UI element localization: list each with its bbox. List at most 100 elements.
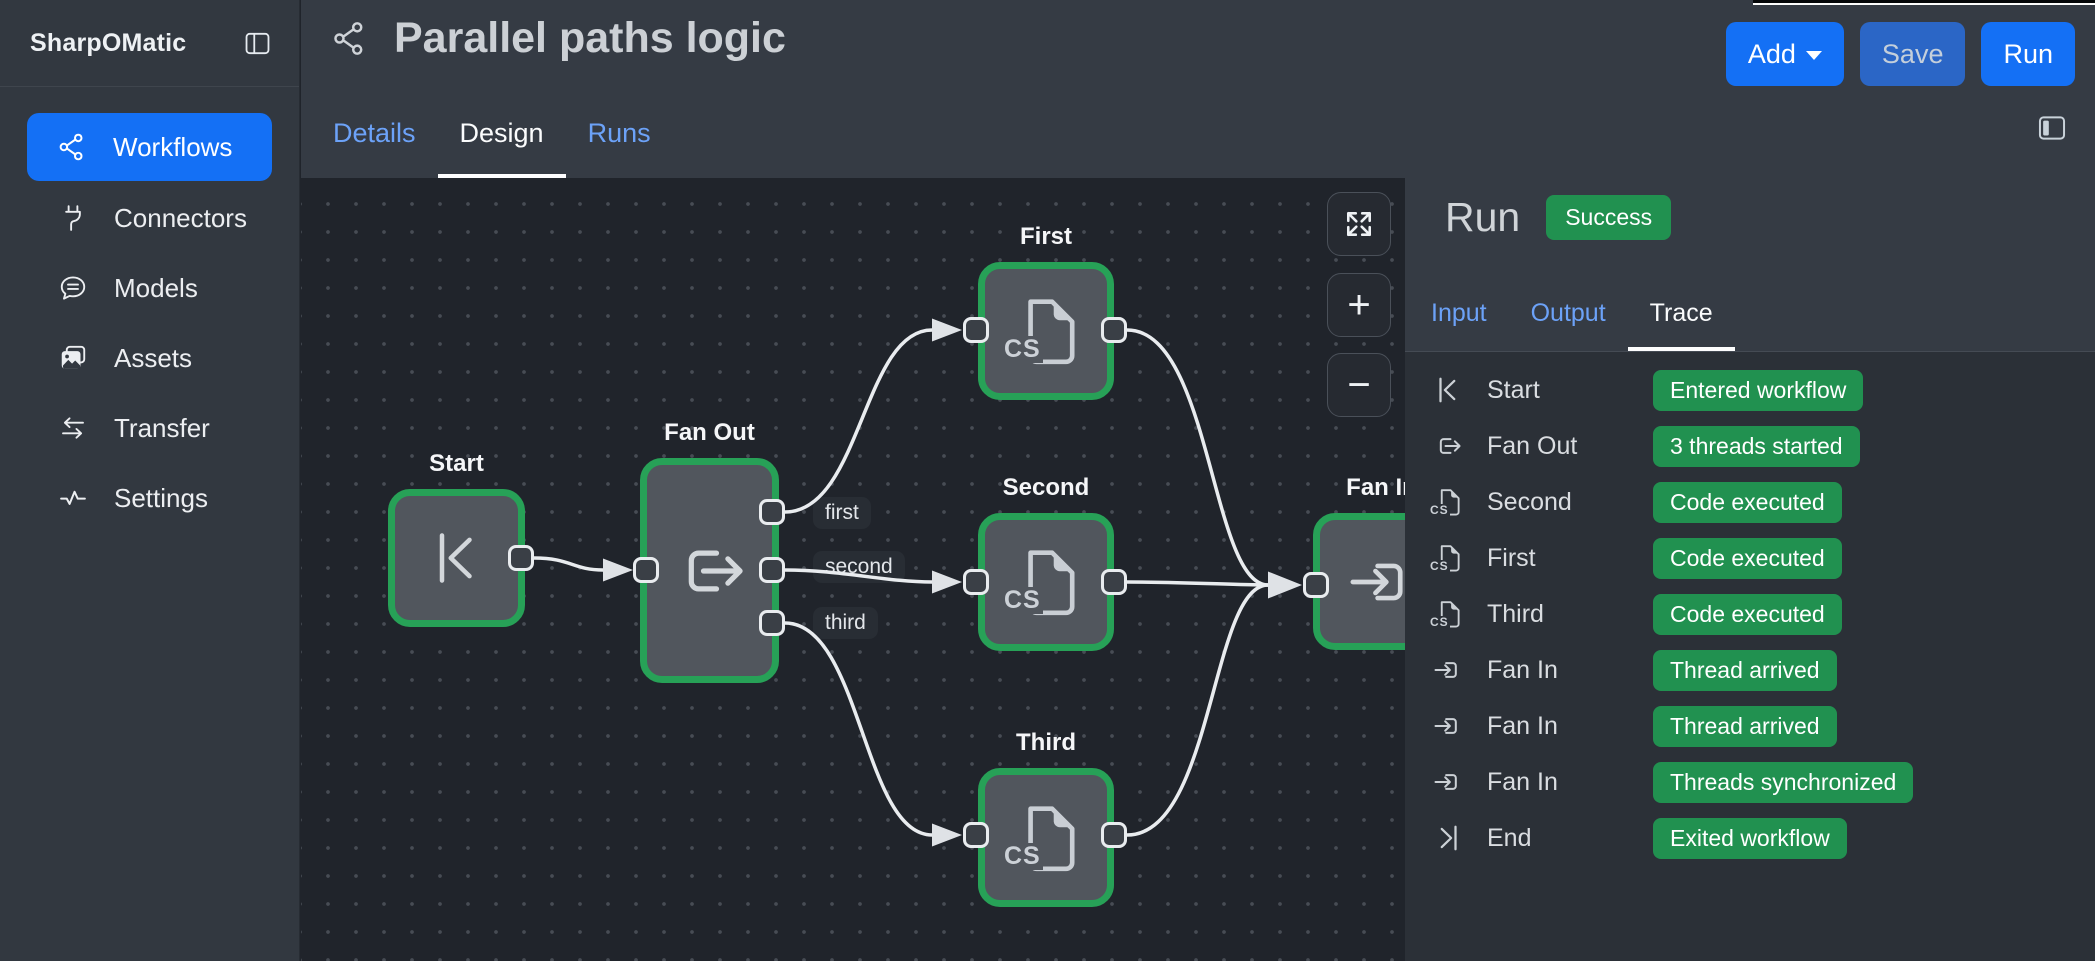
trace-row[interactable]: CS Third Code executed — [1405, 586, 2095, 642]
sidebar-item-transfer[interactable]: Transfer — [0, 393, 299, 463]
arrowhead — [932, 824, 962, 847]
trace-node-name: Third — [1487, 600, 1653, 629]
trace-list: Start Entered workflow Fan Out 3 threads… — [1405, 352, 2095, 866]
zoom-in-button[interactable]: + — [1327, 273, 1391, 337]
cs-label: CS — [1429, 616, 1450, 628]
trace-status-badge: Code executed — [1653, 538, 1842, 579]
sidebar-item-label: Settings — [114, 483, 208, 514]
arrowhead — [932, 571, 962, 594]
tab-details[interactable]: Details — [311, 118, 438, 178]
sidebar: SharpOMatic Workflows Connectors Models … — [0, 0, 300, 961]
workflow-canvas[interactable]: first second third Start Fan Out First S… — [301, 178, 1405, 961]
tab-trace[interactable]: Trace — [1628, 299, 1735, 351]
sidebar-item-label: Connectors — [114, 203, 247, 234]
trace-status-badge: Thread arrived — [1653, 706, 1837, 747]
trace-row[interactable]: Fan In Thread arrived — [1405, 698, 2095, 754]
edge-fanout-second — [785, 570, 932, 582]
run-panel: Run Success Input Output Trace Start Ent… — [1405, 178, 2095, 961]
tab-input[interactable]: Input — [1409, 299, 1509, 351]
port-fanout-in[interactable] — [633, 557, 659, 583]
trace-node-name: Fan Out — [1487, 432, 1653, 461]
trace-status-badge: Exited workflow — [1653, 818, 1847, 859]
cs-file-icon: CS — [1009, 545, 1083, 619]
port-first-in[interactable] — [963, 317, 989, 343]
box-arrow-right-icon — [1433, 431, 1463, 461]
plug-icon — [58, 203, 88, 233]
add-button-label: Add — [1748, 39, 1796, 70]
trace-row[interactable]: CS First Code executed — [1405, 530, 2095, 586]
port-fanout-third[interactable] — [759, 610, 785, 636]
minus-icon: − — [1347, 365, 1370, 405]
port-fanout-first[interactable] — [759, 499, 785, 525]
node-first[interactable]: CS — [978, 262, 1114, 400]
tab-design[interactable]: Design — [438, 118, 566, 178]
trace-node-name: Start — [1487, 376, 1653, 405]
sidebar-item-models[interactable]: Models — [0, 253, 299, 323]
sidebar-item-workflows[interactable]: Workflows — [27, 113, 272, 181]
fit-view-button[interactable] — [1327, 192, 1391, 256]
cs-file-icon: CS — [1433, 599, 1463, 629]
node-third[interactable]: CS — [978, 768, 1114, 907]
main-header: Parallel paths logic Add Save Run Detail… — [301, 0, 2095, 178]
sidebar-item-settings[interactable]: Settings — [0, 463, 299, 533]
trace-node-name: Fan In — [1487, 768, 1653, 797]
logo-row: SharpOMatic — [0, 0, 299, 87]
trace-row[interactable]: Fan Out 3 threads started — [1405, 418, 2095, 474]
sidebar-toggle-icon[interactable] — [242, 28, 273, 59]
sidebar-item-label: Models — [114, 273, 198, 304]
trace-row[interactable]: End Exited workflow — [1405, 810, 2095, 866]
chat-icon — [58, 273, 88, 303]
port-third-in[interactable] — [963, 822, 989, 848]
page-title: Parallel paths logic — [394, 14, 786, 63]
run-status-badge: Success — [1546, 195, 1671, 240]
tab-output[interactable]: Output — [1509, 299, 1628, 351]
run-panel-title: Run — [1445, 194, 1520, 241]
port-fanin-in[interactable] — [1303, 572, 1329, 598]
box-arrow-in-icon — [1433, 767, 1463, 797]
node-label-start: Start — [388, 450, 525, 478]
port-first-out[interactable] — [1101, 317, 1127, 343]
run-panel-tabs: Input Output Trace — [1409, 299, 1735, 351]
port-second-out[interactable] — [1101, 569, 1127, 595]
edge-fanout-first — [785, 330, 932, 512]
edge-fanout-third — [785, 623, 932, 835]
run-button[interactable]: Run — [1981, 22, 2075, 86]
activity-icon — [58, 483, 88, 513]
cs-label: CS — [1002, 843, 1043, 870]
app-name: SharpOMatic — [30, 29, 186, 58]
save-button[interactable]: Save — [1860, 22, 1966, 86]
sidebar-item-assets[interactable]: Assets — [0, 323, 299, 393]
trace-status-badge: Code executed — [1653, 594, 1842, 635]
share-nodes-icon — [57, 132, 87, 162]
right-panel-toggle-icon[interactable] — [2035, 111, 2069, 145]
node-label-fan-out: Fan Out — [640, 419, 779, 447]
trace-node-name: Fan In — [1487, 656, 1653, 685]
node-label-fan-in: Fan In — [1313, 474, 1405, 502]
trace-row[interactable]: CS Second Code executed — [1405, 474, 2095, 530]
node-label-second: Second — [978, 474, 1114, 502]
trace-node-name: Second — [1487, 488, 1653, 517]
node-second[interactable]: CS — [978, 513, 1114, 651]
port-start-out[interactable] — [508, 545, 534, 571]
sidebar-item-connectors[interactable]: Connectors — [0, 183, 299, 253]
start-icon — [427, 528, 487, 588]
window-edge-strip — [1753, 0, 2095, 5]
box-arrow-right-icon — [671, 532, 749, 610]
arrowhead — [603, 559, 633, 582]
zoom-out-button[interactable]: − — [1327, 353, 1391, 417]
add-button[interactable]: Add — [1726, 22, 1844, 86]
cs-file-icon: CS — [1009, 801, 1083, 875]
node-start[interactable] — [388, 489, 525, 627]
port-fanout-second[interactable] — [759, 557, 785, 583]
port-third-out[interactable] — [1101, 822, 1127, 848]
trace-row[interactable]: Start Entered workflow — [1405, 362, 2095, 418]
trace-row[interactable]: Fan In Thread arrived — [1405, 642, 2095, 698]
trace-row[interactable]: Fan In Threads synchronized — [1405, 754, 2095, 810]
save-button-label: Save — [1882, 39, 1944, 70]
tab-runs[interactable]: Runs — [566, 118, 673, 178]
cs-label: CS — [1429, 504, 1450, 516]
port-second-in[interactable] — [963, 569, 989, 595]
edge-first-fanin — [1127, 330, 1268, 585]
trace-status-badge: Thread arrived — [1653, 650, 1837, 691]
sidebar-nav: Workflows Connectors Models Assets Trans… — [0, 87, 299, 533]
